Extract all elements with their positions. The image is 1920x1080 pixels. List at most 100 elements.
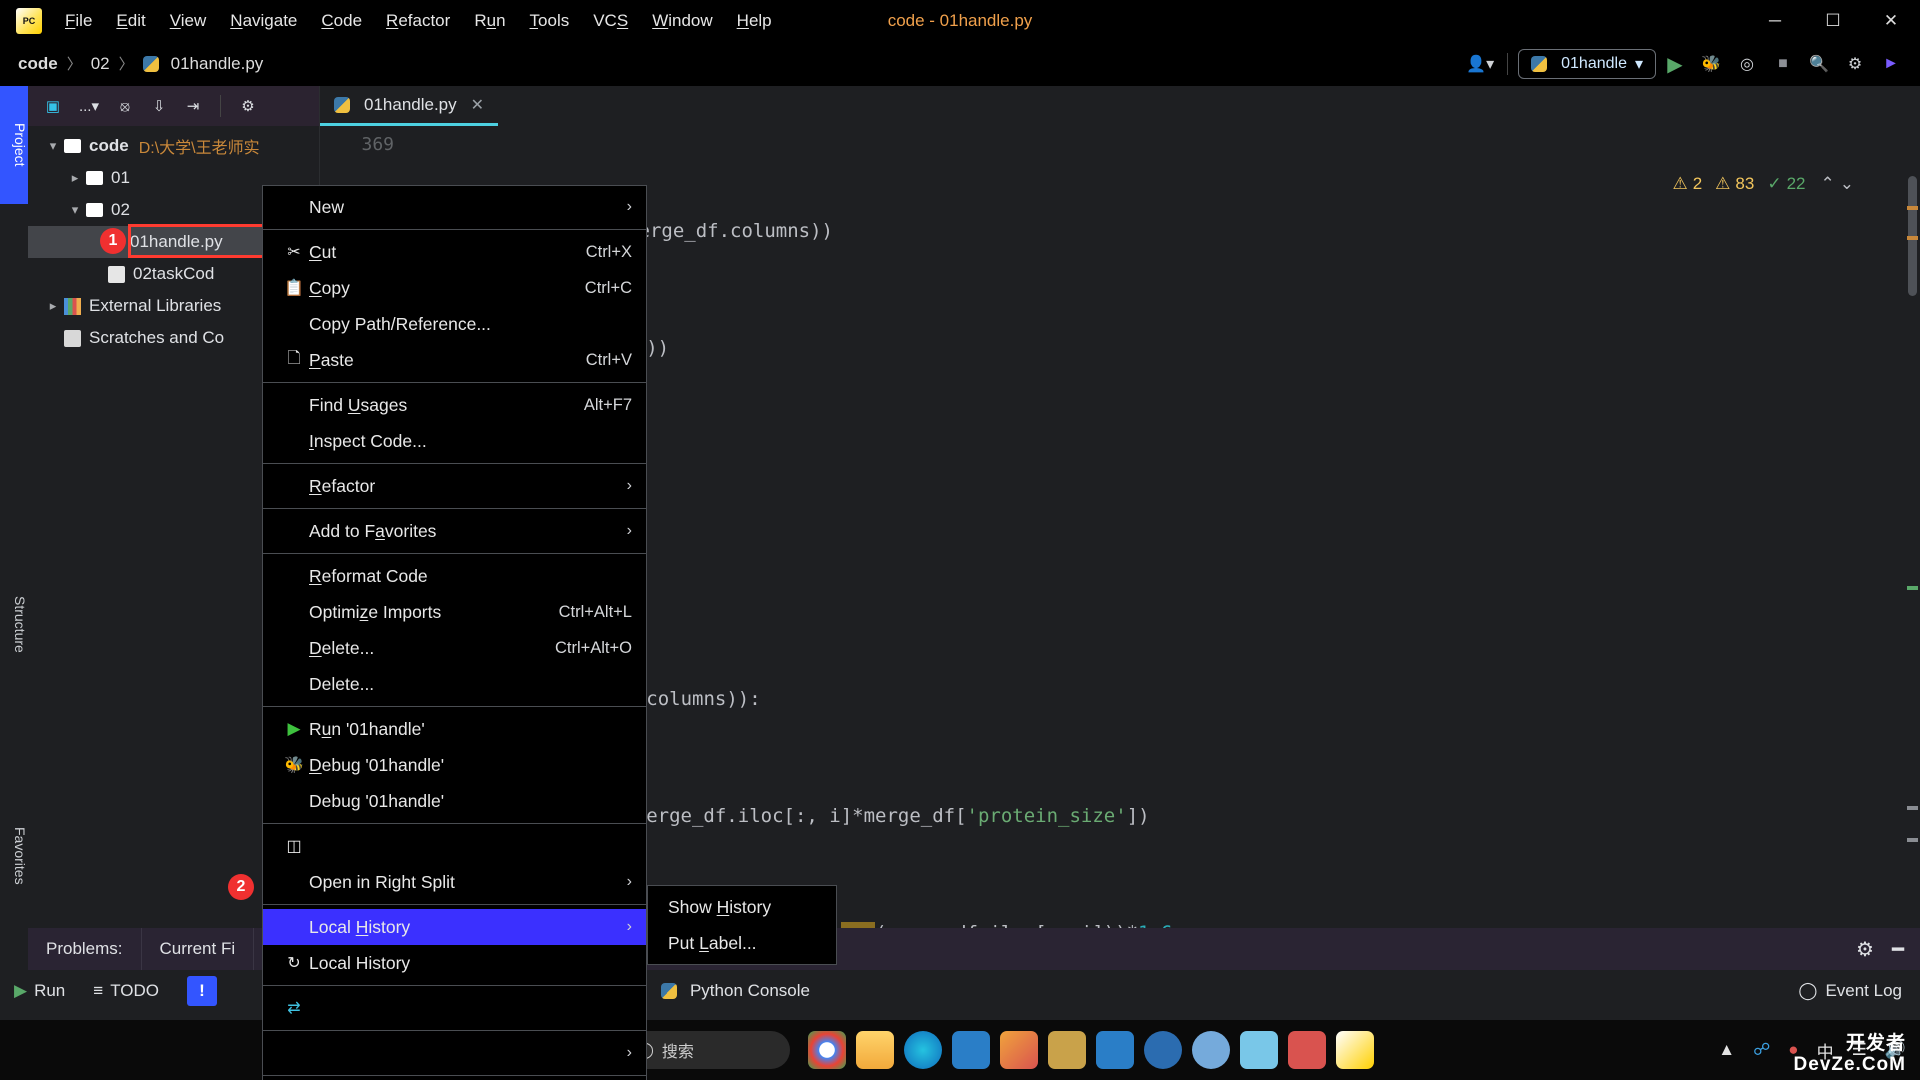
- r-icon[interactable]: [1144, 1031, 1182, 1069]
- menu-item-override-file-type[interactable]: Delete...: [263, 666, 646, 702]
- tab-01handle-py[interactable]: 01handle.py ✕: [320, 86, 499, 126]
- menu-tools[interactable]: Tools: [519, 6, 581, 36]
- run-with-coverage-button[interactable]: ◎: [1730, 47, 1764, 81]
- menu-item-new[interactable]: New ›: [263, 189, 646, 225]
- chevron-down-icon[interactable]: ⌄: [1840, 174, 1854, 194]
- menu-item-add-to-favorites[interactable]: Add to Favorites ›: [263, 513, 646, 549]
- chevron-up-icon[interactable]: ⌃: [1821, 174, 1835, 194]
- menu-window[interactable]: Window: [641, 6, 723, 36]
- clipboard-icon: 🗋: [287, 349, 301, 367]
- menu-label: Find Usages: [309, 394, 408, 415]
- menu-item-run-01handle[interactable]: ▶ Run '01handle': [263, 711, 646, 747]
- collapse-all-icon[interactable]: ⇥: [178, 92, 208, 120]
- menu-code[interactable]: Code: [310, 6, 373, 36]
- menu-shortcut: Ctrl+Alt+L: [558, 602, 632, 621]
- menu-item-paste[interactable]: 🗋 Paste Ctrl+V: [263, 342, 646, 378]
- menu-refactor[interactable]: Refactor: [375, 6, 461, 36]
- menu-item-reformat-code[interactable]: Reformat Code: [263, 558, 646, 594]
- submenu-item-put-label[interactable]: Put Label...: [648, 925, 836, 961]
- tool-window-run[interactable]: ▶ Run: [0, 981, 79, 1001]
- menu-item-reload-from-disk[interactable]: ↻ Local History: [263, 945, 646, 981]
- menu-item-copy[interactable]: 📋 Copy Ctrl+C: [263, 270, 646, 306]
- pycharm-icon[interactable]: [1336, 1031, 1374, 1069]
- chevron-down-icon[interactable]: ▾: [64, 202, 86, 218]
- minimize-button[interactable]: ─: [1746, 0, 1804, 42]
- app-red-icon[interactable]: [1288, 1031, 1326, 1069]
- user-account-icon[interactable]: 👤▾: [1463, 47, 1497, 81]
- menu-edit[interactable]: Edit: [105, 6, 156, 36]
- menu-navigate[interactable]: Navigate: [219, 6, 308, 36]
- menu-item-find-usages[interactable]: Find Usages Alt+F7: [263, 387, 646, 423]
- vscode-icon[interactable]: [1096, 1031, 1134, 1069]
- stop-button[interactable]: ■: [1766, 47, 1800, 81]
- menu-label: Refactor: [309, 475, 376, 496]
- hide-icon[interactable]: ━: [1892, 937, 1904, 962]
- menu-item-open-in[interactable]: Open in Right Split ›: [263, 864, 646, 900]
- sidebar-item-project[interactable]: Project: [0, 86, 28, 204]
- menu-item-compare-with[interactable]: ⇄: [263, 990, 646, 1026]
- project-view-selector[interactable]: ▣: [38, 92, 68, 120]
- updates-icon[interactable]: ►: [1874, 47, 1908, 81]
- event-log-button[interactable]: ◯ Event Log: [1798, 981, 1902, 1001]
- run-configuration-selector[interactable]: 01handle ▾: [1518, 49, 1656, 79]
- breadcrumb-file[interactable]: 01handle.py: [171, 54, 264, 74]
- vertical-scrollbar[interactable]: [1904, 166, 1920, 1016]
- run-button[interactable]: ▶: [1658, 47, 1692, 81]
- tool-window-python-console[interactable]: Python Console: [647, 981, 824, 1001]
- taskbar-apps: [808, 1031, 1374, 1069]
- menu-item-optimize-imports[interactable]: Optimize Imports Ctrl+Alt+L: [263, 594, 646, 630]
- inspection-widget[interactable]: ⚠ 2 ⚠ 83 ✓ 22 ⌃ ⌄: [1672, 174, 1854, 194]
- sidebar-item-structure[interactable]: Structure: [0, 556, 28, 692]
- menu-run[interactable]: Run: [463, 6, 516, 36]
- file-explorer-icon[interactable]: [856, 1031, 894, 1069]
- tab-current-file[interactable]: Current Fi: [141, 928, 255, 970]
- settings-gear-icon[interactable]: ⚙: [233, 92, 263, 120]
- app-icon[interactable]: [1000, 1031, 1038, 1069]
- menu-item-delete[interactable]: Delete... Ctrl+Alt+O: [263, 630, 646, 666]
- menu-item-inspect-code[interactable]: Inspect Code...: [263, 423, 646, 459]
- tool-window-todo[interactable]: ≡ TODO: [79, 981, 173, 1001]
- tool-window-problems[interactable]: !: [173, 976, 231, 1006]
- sidebar-item-favorites[interactable]: Favorites: [0, 786, 28, 926]
- window-controls: ─ ☐ ✕: [1746, 0, 1920, 42]
- edge-icon[interactable]: [904, 1031, 942, 1069]
- breadcrumb-folder[interactable]: 02: [91, 54, 110, 74]
- menu-item-debug-01handle[interactable]: 🐝 Debug '01handle': [263, 747, 646, 783]
- breadcrumb-root[interactable]: code: [18, 54, 58, 74]
- chevron-right-icon[interactable]: ▸: [64, 170, 86, 186]
- debug-button[interactable]: 🐝: [1694, 47, 1728, 81]
- menu-vcs[interactable]: VCS: [582, 6, 639, 36]
- menu-item-copy-path-reference[interactable]: Copy Path/Reference...: [263, 306, 646, 342]
- chevron-right-icon[interactable]: ▸: [42, 298, 64, 314]
- submenu-item-show-history[interactable]: Show History: [648, 889, 836, 925]
- tree-item-code[interactable]: ▾ code D:\大学\王老师实: [28, 130, 319, 162]
- chevron-up-icon[interactable]: ▲: [1718, 1040, 1735, 1060]
- menu-item-refactor[interactable]: Refactor ›: [263, 468, 646, 504]
- cloud-icon[interactable]: [1240, 1031, 1278, 1069]
- menu-item-modify-run-configuration[interactable]: Debug '01handle': [263, 783, 646, 819]
- close-button[interactable]: ✕: [1862, 0, 1920, 42]
- app-icon[interactable]: [952, 1031, 990, 1069]
- menu-item-external-tools[interactable]: ›: [263, 1035, 646, 1071]
- note-icon[interactable]: [1048, 1031, 1086, 1069]
- search-everywhere-icon[interactable]: 🔍: [1802, 47, 1836, 81]
- menu-item-local-history[interactable]: Local History ›: [263, 909, 646, 945]
- chrome-icon[interactable]: [808, 1031, 846, 1069]
- project-view-dropdown[interactable]: ... ▾: [72, 92, 106, 120]
- expand-all-icon[interactable]: ⇩: [144, 92, 174, 120]
- locate-target-icon[interactable]: ⦻: [110, 92, 140, 120]
- tab-label: 01handle.py: [364, 94, 457, 114]
- menu-file[interactable]: FFileile: [54, 6, 103, 36]
- chevron-down-icon[interactable]: ▾: [42, 138, 64, 154]
- rstudio-icon[interactable]: [1192, 1031, 1230, 1069]
- menu-label: Local History: [309, 952, 411, 973]
- bluetooth-icon[interactable]: ☍: [1753, 1040, 1770, 1060]
- menu-help[interactable]: Help: [726, 6, 783, 36]
- maximize-button[interactable]: ☐: [1804, 0, 1862, 42]
- menu-item-cut[interactable]: ✂ Cut Ctrl+X: [263, 234, 646, 270]
- gear-icon[interactable]: ⚙: [1838, 47, 1872, 81]
- menu-view[interactable]: View: [159, 6, 218, 36]
- close-icon[interactable]: ✕: [471, 95, 484, 115]
- menu-item-open-in-right-split[interactable]: ◫: [263, 828, 646, 864]
- gear-icon[interactable]: ⚙: [1856, 937, 1874, 962]
